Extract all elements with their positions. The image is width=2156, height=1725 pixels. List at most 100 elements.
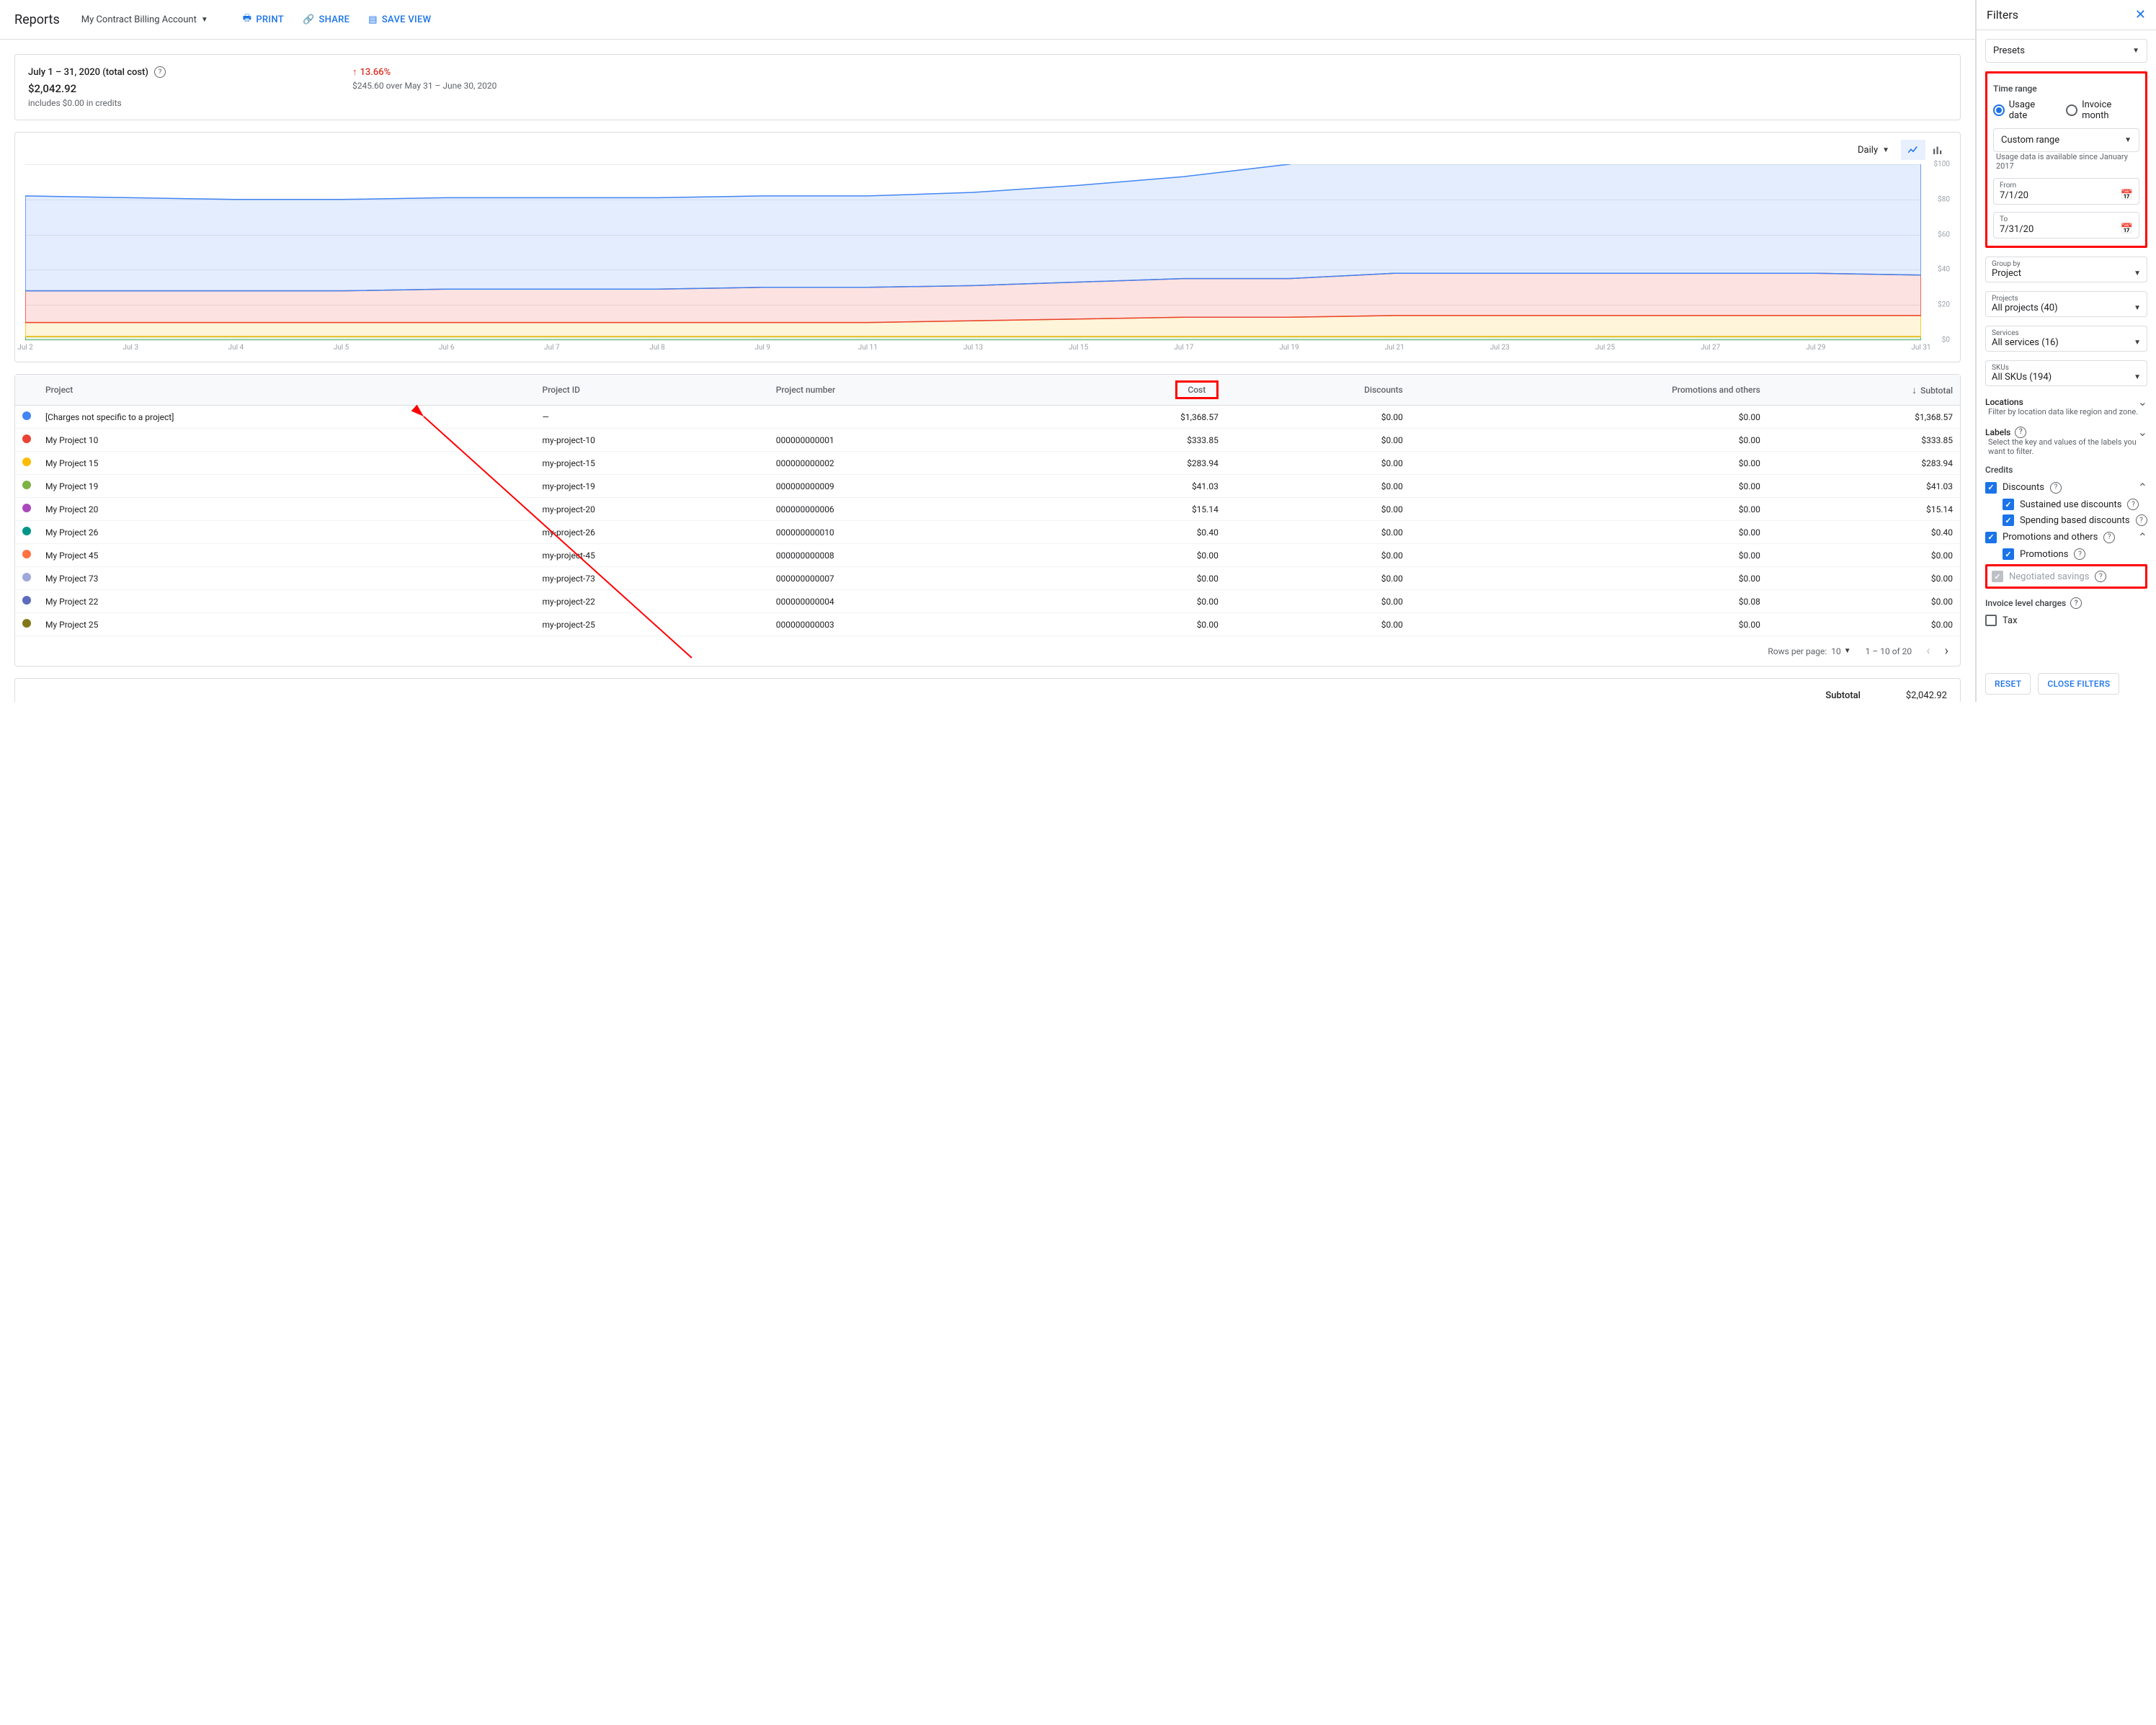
- presets-dropdown[interactable]: Presets ▼: [1985, 39, 2147, 63]
- cell-cost: $15.14: [1025, 498, 1226, 521]
- account-dropdown[interactable]: My Contract Billing Account ▼: [81, 14, 208, 25]
- to-date-input[interactable]: To 7/31/20📅: [1993, 212, 2139, 239]
- table-row[interactable]: My Project 26my-project-26000000000010$0…: [15, 521, 1960, 544]
- close-filters-button[interactable]: CLOSE FILTERS: [2038, 673, 2119, 695]
- x-axis-tick: Jul 7: [544, 344, 560, 352]
- col-project-id[interactable]: Project ID: [535, 375, 769, 406]
- help-icon[interactable]: ?: [2050, 482, 2062, 494]
- caret-down-icon: ▼: [2124, 136, 2132, 144]
- credits-label: Credits: [1985, 465, 2147, 475]
- cell-discounts: $0.00: [1226, 613, 1410, 636]
- share-button[interactable]: 🔗 SHARE: [297, 10, 355, 30]
- from-date-input[interactable]: From 7/1/20📅: [1993, 178, 2139, 205]
- help-icon[interactable]: ?: [2103, 532, 2115, 543]
- cell-project: My Project 22: [38, 590, 535, 613]
- promotions-sub-checkbox[interactable]: [2003, 548, 2014, 560]
- cell-project-id: my-project-19: [535, 475, 769, 498]
- projects-dropdown[interactable]: Projects All projects (40)▼: [1985, 291, 2147, 317]
- help-icon[interactable]: ?: [154, 66, 166, 78]
- cell-promotions: $0.00: [1410, 567, 1768, 590]
- close-filters-icon[interactable]: ✕: [2135, 7, 2146, 22]
- chart-series: [25, 164, 1921, 291]
- availability-hint: Usage data is available since January 20…: [1996, 152, 2139, 171]
- help-icon[interactable]: ?: [2074, 548, 2085, 560]
- cell-subtotal: $41.03: [1768, 475, 1960, 498]
- rows-per-page-select[interactable]: 10 ▼: [1831, 646, 1850, 656]
- series-color-dot: [22, 596, 31, 605]
- print-button[interactable]: 🖶 PRINT: [237, 7, 290, 32]
- col-project[interactable]: Project: [38, 375, 535, 406]
- series-color-dot: [22, 527, 31, 535]
- table-row[interactable]: My Project 20my-project-20000000000006$1…: [15, 498, 1960, 521]
- range-type-dropdown[interactable]: Custom range ▼: [1993, 128, 2139, 152]
- help-icon[interactable]: ?: [2136, 514, 2147, 526]
- totals-card: Subtotal $2,042.92 Tax? — Total? $2,042.…: [14, 678, 1961, 702]
- help-icon[interactable]: ?: [2015, 427, 2026, 438]
- cell-project-id: my-project-10: [535, 429, 769, 452]
- x-axis-tick: Jul 25: [1595, 344, 1615, 352]
- sustained-checkbox[interactable]: [2003, 499, 2014, 510]
- save-view-button[interactable]: ▤ SAVE VIEW: [362, 10, 437, 30]
- bar-chart-toggle[interactable]: [1925, 140, 1950, 160]
- chevron-up-icon[interactable]: ⌃: [2138, 481, 2147, 494]
- reset-button[interactable]: RESET: [1985, 673, 2031, 695]
- chevron-down-icon: ⌄: [2138, 395, 2147, 409]
- group-by-dropdown[interactable]: Group by Project▼: [1985, 257, 2147, 282]
- x-axis-tick: Jul 6: [439, 344, 455, 352]
- series-color-dot: [22, 458, 31, 466]
- table-row[interactable]: My Project 19my-project-19000000000009$4…: [15, 475, 1960, 498]
- usage-date-radio[interactable]: Usage date: [1993, 99, 2054, 121]
- table-row[interactable]: My Project 73my-project-73000000000007$0…: [15, 567, 1960, 590]
- cell-project-number: 000000000007: [769, 567, 1025, 590]
- arrow-down-icon: ↓: [1912, 384, 1917, 396]
- promotions-checkbox[interactable]: [1985, 532, 1997, 543]
- invoice-month-radio[interactable]: Invoice month: [2066, 99, 2139, 121]
- col-project-number[interactable]: Project number: [769, 375, 1025, 406]
- cell-project: My Project 45: [38, 544, 535, 567]
- col-cost[interactable]: Cost: [1175, 380, 1219, 399]
- cell-project: My Project 26: [38, 521, 535, 544]
- col-promotions[interactable]: Promotions and others: [1410, 375, 1768, 406]
- tax-checkbox[interactable]: [1985, 615, 1997, 626]
- help-icon[interactable]: ?: [2070, 597, 2082, 609]
- x-axis-tick: Jul 4: [228, 344, 244, 352]
- chevron-up-icon[interactable]: ⌃: [2138, 530, 2147, 544]
- caret-down-icon: ▼: [2134, 339, 2141, 347]
- x-axis-tick: Jul 27: [1701, 344, 1720, 352]
- services-dropdown[interactable]: Services All services (16)▼: [1985, 326, 2147, 352]
- cell-discounts: $0.00: [1226, 544, 1410, 567]
- discounts-checkbox[interactable]: [1985, 482, 1997, 494]
- skus-dropdown[interactable]: SKUs All SKUs (194)▼: [1985, 360, 2147, 386]
- next-page-button[interactable]: ›: [1945, 643, 1948, 659]
- save-icon: ▤: [368, 14, 378, 25]
- x-axis-tick: Jul 21: [1385, 344, 1404, 352]
- help-icon[interactable]: ?: [2127, 499, 2139, 510]
- cell-subtotal: $333.85: [1768, 429, 1960, 452]
- spending-checkbox[interactable]: [2003, 514, 2014, 526]
- aggregation-dropdown[interactable]: Daily ▼: [1853, 142, 1894, 159]
- prev-page-button[interactable]: ‹: [1926, 643, 1930, 659]
- cell-project-id: my-project-20: [535, 498, 769, 521]
- table-row[interactable]: My Project 25my-project-25000000000003$0…: [15, 613, 1960, 636]
- cell-promotions: $0.00: [1410, 429, 1768, 452]
- col-subtotal[interactable]: ↓ Subtotal: [1768, 375, 1960, 406]
- table-card: Project Project ID Project number Cost D…: [14, 374, 1961, 667]
- line-chart-toggle[interactable]: [1901, 140, 1925, 160]
- calendar-icon: 📅: [2121, 223, 2133, 235]
- help-icon[interactable]: ?: [2095, 571, 2106, 582]
- radio-unchecked-icon: [2066, 104, 2077, 116]
- table-row[interactable]: [Charges not specific to a project]—$1,3…: [15, 406, 1960, 429]
- locations-hint: Filter by location data like region and …: [1988, 407, 2147, 416]
- x-axis-tick: Jul 2: [17, 344, 33, 352]
- cell-project-number: 000000000002: [769, 452, 1025, 475]
- table-row[interactable]: My Project 22my-project-22000000000004$0…: [15, 590, 1960, 613]
- cell-promotions: $0.00: [1410, 475, 1768, 498]
- table-row[interactable]: My Project 45my-project-45000000000008$0…: [15, 544, 1960, 567]
- cell-discounts: $0.00: [1226, 521, 1410, 544]
- x-axis-tick: Jul 29: [1806, 344, 1825, 352]
- table-row[interactable]: My Project 15my-project-15000000000002$2…: [15, 452, 1960, 475]
- x-axis-tick: Jul 13: [963, 344, 983, 352]
- col-discounts[interactable]: Discounts: [1226, 375, 1410, 406]
- table-row[interactable]: My Project 10my-project-10000000000001$3…: [15, 429, 1960, 452]
- caret-down-icon: ▼: [2134, 269, 2141, 277]
